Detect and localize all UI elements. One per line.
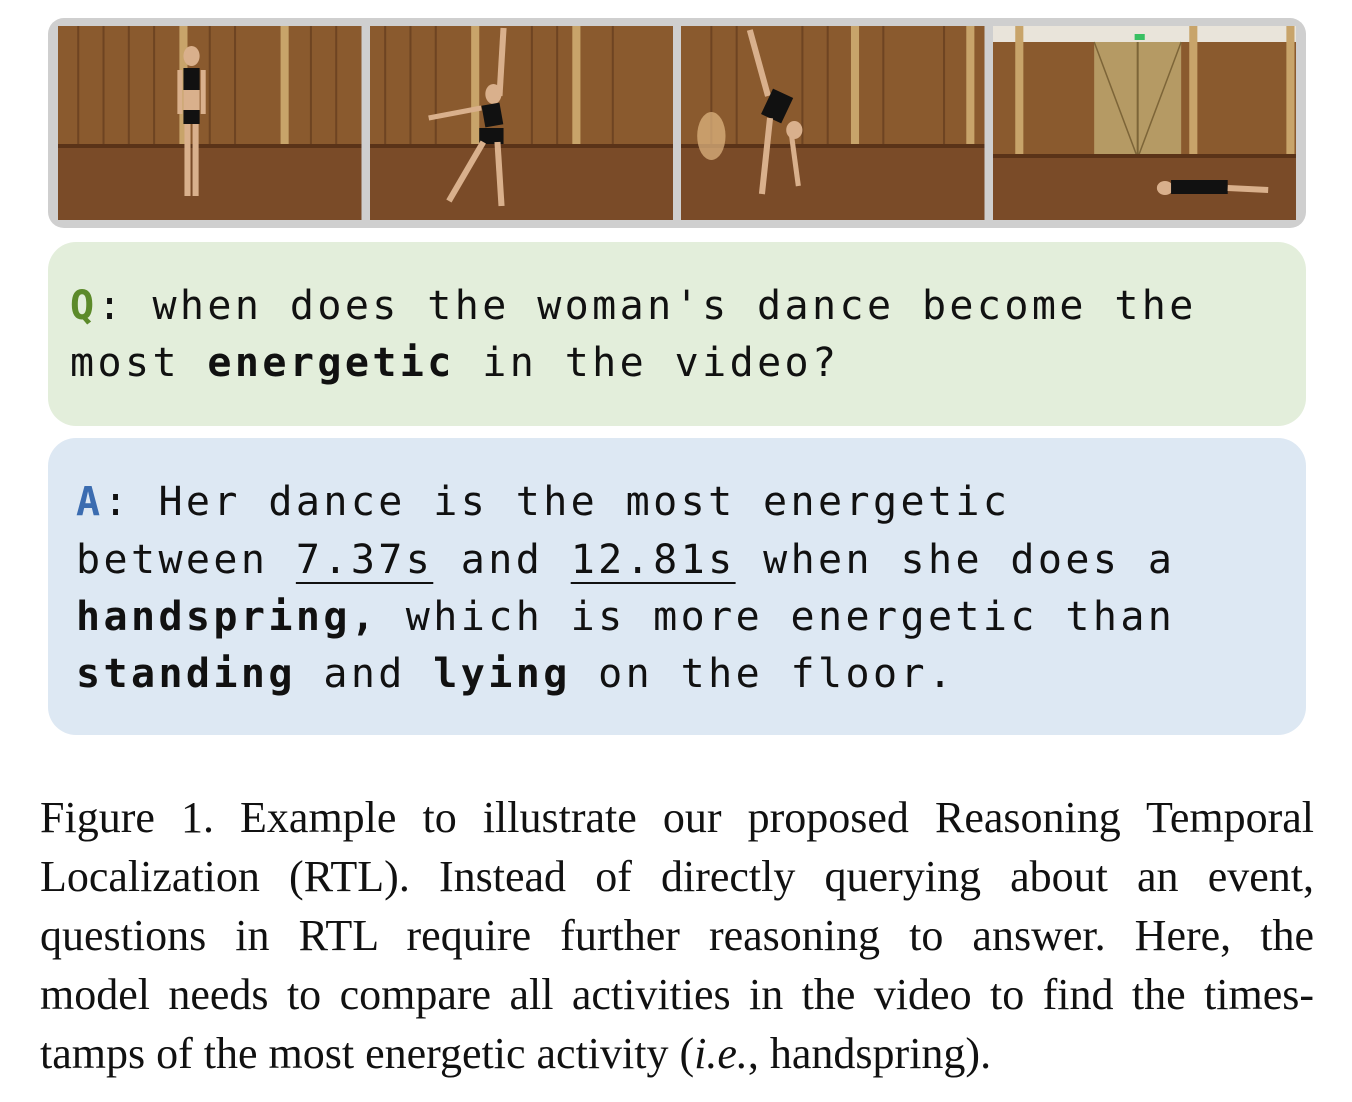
caption-line-4: model needs to compare all activities in… <box>40 970 1314 1019</box>
activity-standing: standing <box>76 651 296 697</box>
video-frame-dancing <box>369 26 673 220</box>
activity-lying: lying <box>433 651 571 697</box>
question-panel <box>48 242 1306 426</box>
caption-line-1: Figure 1. Example to illustrate our prop… <box>40 793 1314 842</box>
question-keyword: energetic <box>207 340 455 386</box>
end-timestamp: 12.81s <box>570 537 736 583</box>
question-tag: Q <box>70 283 98 329</box>
activity-handspring: handspring, <box>76 594 379 640</box>
figure-caption: Figure 1. Example to illustrate our prop… <box>40 788 1314 1083</box>
answer-line-3: handspring, which is more energetic than <box>76 594 1176 640</box>
answer-line-2: between 7.37s and 12.81s when she does a <box>76 537 1176 583</box>
caption-line-5: tamps of the most energetic activity (i.… <box>40 1029 992 1078</box>
question-line-1: Q: when does the woman's dance become th… <box>70 283 1197 329</box>
video-frame-handspring <box>681 26 985 220</box>
video-frame-lying <box>992 26 1296 220</box>
caption-line-2: Localization (RTL). Instead of directly … <box>40 852 1314 901</box>
answer-line-4: standing and lying on the floor. <box>76 651 956 697</box>
caption-line-3: questions in RTL require further reasoni… <box>40 911 1314 960</box>
question-line-2: most energetic in the video? <box>70 340 840 386</box>
video-frame-standing <box>58 26 362 220</box>
answer-tag: A <box>76 479 104 525</box>
start-timestamp: 7.37s <box>295 537 434 583</box>
answer-line-1: A: Her dance is the most energetic <box>76 479 1011 525</box>
video-frame-strip <box>48 18 1306 228</box>
